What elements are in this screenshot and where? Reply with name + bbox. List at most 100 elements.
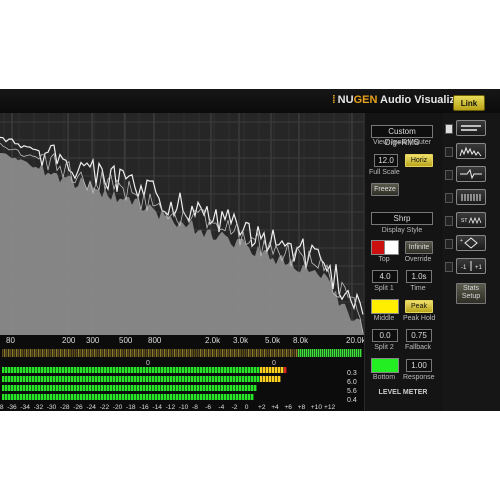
spectrogram-view-button[interactable] bbox=[445, 166, 486, 182]
middle-color-swatch[interactable] bbox=[371, 299, 399, 314]
peak-button[interactable]: Peak bbox=[405, 300, 433, 313]
band-segment bbox=[26, 349, 28, 357]
histogram-view-button[interactable] bbox=[445, 189, 486, 205]
meter-segment bbox=[29, 367, 32, 373]
meter-segment bbox=[230, 376, 233, 382]
meter-segment bbox=[278, 376, 281, 382]
meter-segment bbox=[179, 385, 182, 391]
meter-segment bbox=[161, 385, 164, 391]
meter-segment bbox=[80, 376, 83, 382]
band-segment bbox=[116, 349, 118, 357]
infinite-button[interactable]: Infinite bbox=[405, 241, 433, 254]
meter-segment bbox=[224, 376, 227, 382]
led bbox=[445, 262, 453, 272]
meter-segment bbox=[5, 376, 8, 382]
meter-segment bbox=[122, 376, 125, 382]
split1-field[interactable]: 4.0 bbox=[372, 270, 398, 283]
stats-setup-button[interactable]: Stats Setup bbox=[456, 283, 486, 304]
view-selector-panel: ST + -1 +1 Stats Setup bbox=[442, 113, 500, 411]
band-segment bbox=[228, 349, 230, 357]
meter-segment bbox=[101, 394, 104, 400]
top-alt-color-swatch[interactable] bbox=[384, 240, 399, 255]
band-segment bbox=[158, 349, 160, 357]
meter-segment bbox=[95, 367, 98, 373]
band-segment bbox=[316, 349, 318, 357]
meter-segment bbox=[194, 376, 197, 382]
meter-segment bbox=[59, 385, 62, 391]
meter-segment bbox=[26, 394, 29, 400]
level-meter-view-button[interactable] bbox=[445, 120, 486, 136]
band-segment bbox=[360, 349, 362, 357]
band-segment bbox=[140, 349, 142, 357]
band-segment bbox=[188, 349, 190, 357]
meter-segment bbox=[134, 394, 137, 400]
meter-segment bbox=[23, 385, 26, 391]
meter-segment bbox=[236, 367, 239, 373]
meter-segment bbox=[50, 394, 53, 400]
meter-segment bbox=[71, 367, 74, 373]
meter-segment bbox=[185, 367, 188, 373]
meter-segment bbox=[146, 376, 149, 382]
fallback-field[interactable]: 0.75 bbox=[406, 329, 432, 342]
response-field[interactable]: 1.00 bbox=[406, 359, 432, 372]
band-segment bbox=[234, 349, 236, 357]
meter-readout: 6.0 bbox=[347, 379, 357, 386]
band-segment bbox=[334, 349, 336, 357]
band-segment bbox=[284, 349, 286, 357]
band-segment bbox=[350, 349, 352, 357]
band-segment bbox=[58, 349, 60, 357]
band-segment bbox=[346, 349, 348, 357]
meter-segment bbox=[272, 376, 275, 382]
split2-field[interactable]: 0.0 bbox=[372, 329, 398, 342]
meter-segment bbox=[179, 394, 182, 400]
meter-segment bbox=[11, 376, 14, 382]
meter-segment bbox=[29, 385, 32, 391]
meter-segment bbox=[20, 376, 23, 382]
meter-segment bbox=[74, 394, 77, 400]
meter-segment bbox=[155, 376, 158, 382]
meter-segment bbox=[65, 376, 68, 382]
spectrogram-icon bbox=[460, 168, 482, 180]
meter-segment bbox=[35, 376, 38, 382]
meter-segment bbox=[131, 385, 134, 391]
correlation-view-button[interactable]: -1 +1 bbox=[445, 258, 486, 274]
meter-segment bbox=[143, 376, 146, 382]
view-label[interactable]: View: Inner | Outer bbox=[369, 139, 435, 146]
horiz-button[interactable]: Horiz bbox=[405, 154, 433, 167]
meter-segment bbox=[98, 376, 101, 382]
meter-segment bbox=[62, 394, 65, 400]
brand-marks: ⁞ bbox=[322, 94, 336, 106]
band-segment bbox=[94, 349, 96, 357]
freq-label: 5.0k bbox=[265, 336, 281, 345]
meter-segment bbox=[113, 394, 116, 400]
meter-segment bbox=[35, 394, 38, 400]
preset-display[interactable]: Custom Dig+RMS bbox=[371, 125, 433, 147]
display-style-field[interactable]: Shrp bbox=[371, 212, 433, 225]
full-scale-field[interactable]: 12.0 bbox=[374, 154, 398, 167]
band-segment bbox=[34, 349, 36, 357]
meter-segment bbox=[134, 367, 137, 373]
meter-segment bbox=[110, 394, 113, 400]
freeze-button[interactable]: Freeze bbox=[371, 183, 399, 196]
phase-scope-view-button[interactable]: + bbox=[445, 235, 486, 251]
meter-segment bbox=[251, 367, 254, 373]
link-button[interactable]: Link bbox=[453, 95, 485, 111]
band-segment bbox=[12, 349, 14, 357]
band-segment bbox=[56, 349, 58, 357]
meter-segment bbox=[2, 385, 5, 391]
band-segment bbox=[280, 349, 282, 357]
band-segment bbox=[28, 349, 30, 357]
stereo-field-view-button[interactable]: ST bbox=[445, 212, 486, 228]
spectrum-view-button[interactable] bbox=[445, 143, 486, 159]
meter-segment bbox=[206, 394, 209, 400]
meter-segment bbox=[197, 394, 200, 400]
band-segment bbox=[6, 349, 8, 357]
db-scale-label: -22 bbox=[100, 404, 110, 411]
bottom-color-swatch[interactable] bbox=[371, 358, 399, 373]
meter-segment bbox=[191, 385, 194, 391]
band-segment bbox=[358, 349, 360, 357]
meter-segment bbox=[53, 376, 56, 382]
band-segment bbox=[220, 349, 222, 357]
meter-segment bbox=[143, 394, 146, 400]
time-field[interactable]: 1.0s bbox=[406, 270, 432, 283]
